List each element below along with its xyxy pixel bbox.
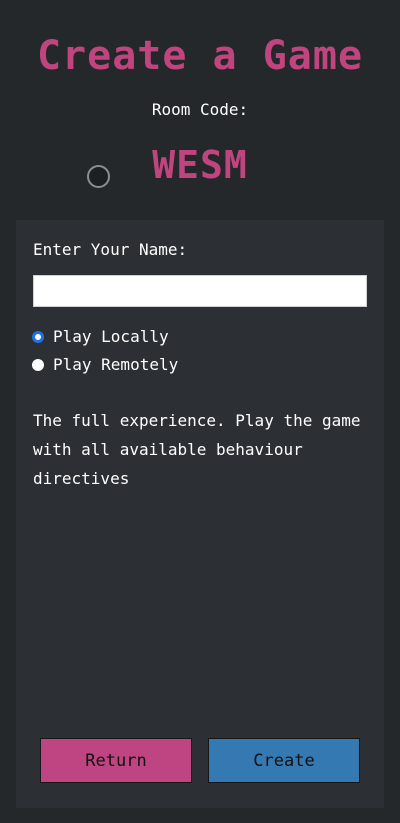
- play-locally-option[interactable]: Play Locally: [32, 326, 169, 348]
- name-label: Enter Your Name:: [33, 240, 188, 259]
- name-input[interactable]: [33, 275, 367, 307]
- play-remotely-option[interactable]: Play Remotely: [32, 354, 178, 376]
- play-remotely-label: Play Remotely: [53, 355, 179, 374]
- create-game-panel: Enter Your Name: Play Locally Play Remot…: [16, 220, 384, 808]
- play-locally-label: Play Locally: [53, 327, 169, 346]
- create-button[interactable]: Create: [208, 738, 360, 783]
- play-remotely-radio[interactable]: [32, 359, 44, 371]
- create-game-screen: Create a Game Room Code: WESM Enter Your…: [0, 0, 400, 823]
- return-button[interactable]: Return: [40, 738, 192, 783]
- mode-description: The full experience. Play the game with …: [33, 411, 361, 488]
- loading-spinner-icon: [87, 165, 110, 188]
- play-locally-radio[interactable]: [32, 331, 44, 343]
- room-code: WESM: [152, 143, 248, 187]
- page-title: Create a Game: [36, 33, 364, 79]
- room-code-label: Room Code:: [151, 100, 249, 119]
